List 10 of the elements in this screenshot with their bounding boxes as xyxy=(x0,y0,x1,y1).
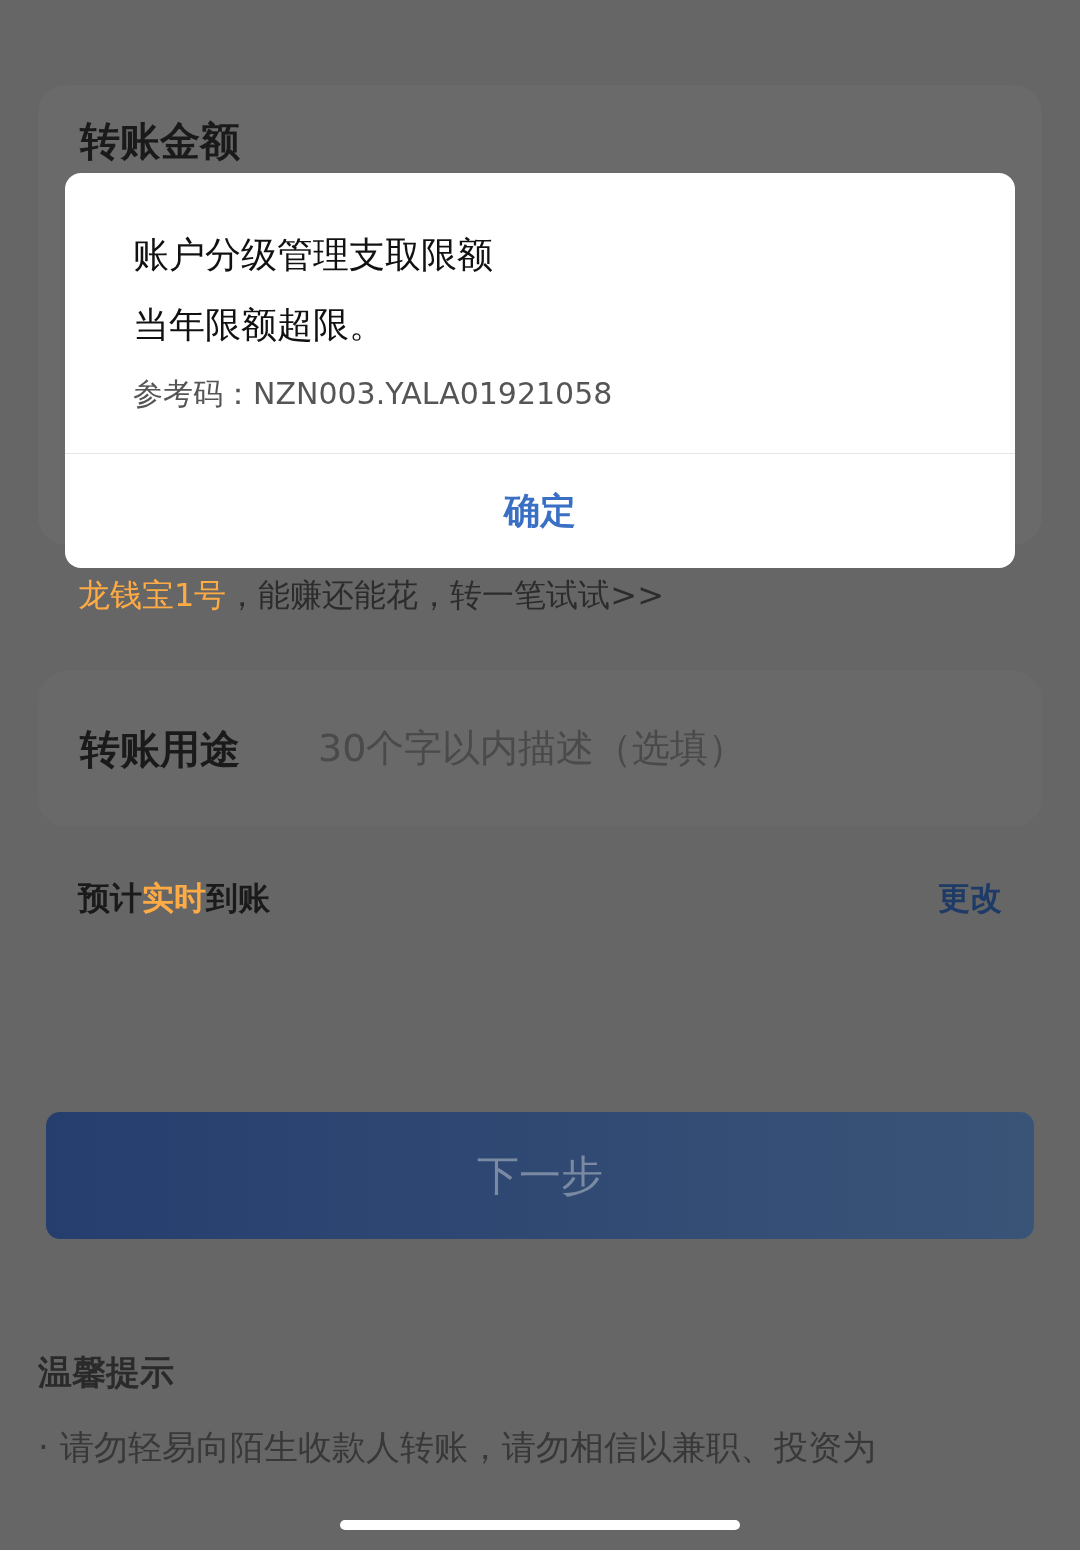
amount-title: 转账金额 xyxy=(80,117,241,166)
confirm-button[interactable]: 确定 xyxy=(65,453,1015,568)
promo-text: 龙钱宝1号，能赚还能花，转一笔试试>> xyxy=(78,575,665,616)
arrival-text: 预计实时到账 xyxy=(78,878,270,919)
dialog-message: 当年限额超限。 xyxy=(133,303,386,347)
reference-code: 参考码：NZN003.YALA01921058 xyxy=(133,375,614,413)
change-link[interactable]: 更改 xyxy=(938,874,1002,922)
tips-title: 温馨提示 xyxy=(38,1351,175,1394)
purpose-label: 转账用途 xyxy=(80,724,240,774)
dialog-message: 账户分级管理支取限额 xyxy=(133,233,494,277)
